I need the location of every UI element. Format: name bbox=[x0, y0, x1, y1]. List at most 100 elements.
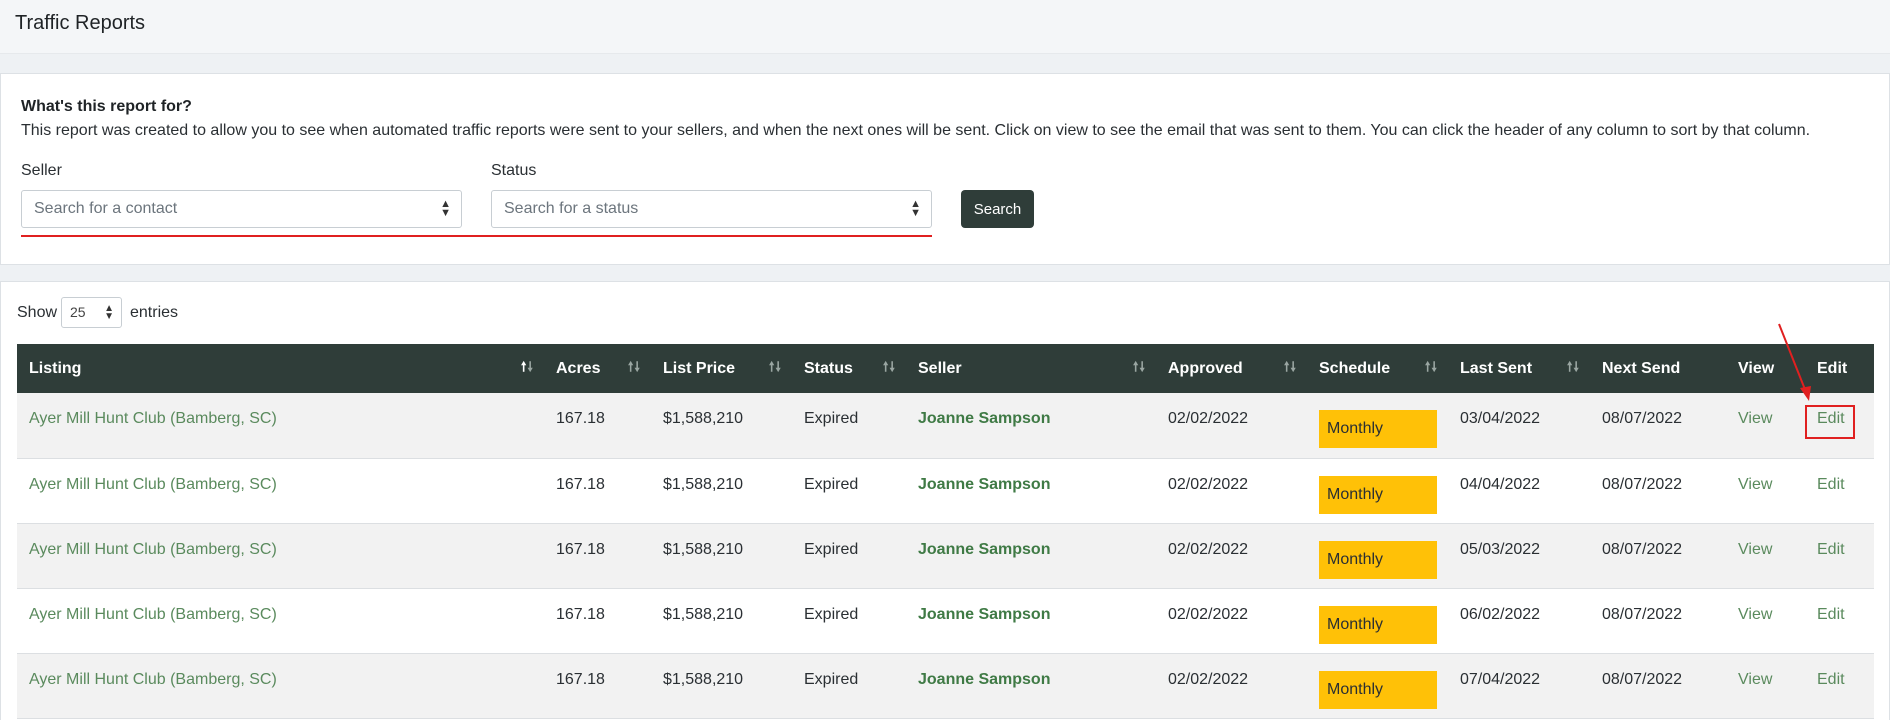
last-sent-cell: 05/03/2022 bbox=[1460, 540, 1541, 558]
status-cell: Expired bbox=[804, 605, 859, 623]
sort-icon: 🠕🠗 bbox=[768, 359, 782, 374]
seller-label: Seller bbox=[21, 162, 62, 179]
status-cell: Expired bbox=[804, 475, 859, 493]
listing-link[interactable]: Ayer Mill Hunt Club (Bamberg, SC) bbox=[29, 410, 277, 427]
next-send-cell: 08/07/2022 bbox=[1602, 540, 1683, 558]
edit-link[interactable]: Edit bbox=[1817, 671, 1845, 688]
column-header-status[interactable]: Status 🠕🠗 bbox=[792, 344, 906, 393]
seller-link[interactable]: Joanne Sampson bbox=[918, 410, 1050, 427]
select-arrows-icon: ▲ ▼ bbox=[440, 198, 451, 219]
listing-link[interactable]: Ayer Mill Hunt Club (Bamberg, SC) bbox=[29, 476, 277, 493]
table-header-row: Listing 🠕🠗 Acres 🠕🠗 List Price 🠕🠗 Status 🠕🠗 … bbox=[17, 344, 1874, 393]
annotation-highlight-box bbox=[1805, 405, 1855, 439]
last-sent-cell: 03/04/2022 bbox=[1460, 410, 1541, 427]
acres-cell: 167.18 bbox=[556, 670, 605, 688]
table-row: Ayer Mill Hunt Club (Bamberg, SC) 167.18… bbox=[17, 653, 1874, 718]
list-price-cell: $1,588,210 bbox=[663, 670, 744, 688]
info-heading: What's this report for? bbox=[21, 98, 192, 115]
schedule-badge: Monthly bbox=[1319, 605, 1437, 644]
sort-icon: 🠕🠗 bbox=[1132, 359, 1146, 374]
page-size-value: 25 bbox=[70, 304, 86, 320]
next-send-cell: 08/07/2022 bbox=[1602, 475, 1683, 493]
status-select-placeholder: Search for a status bbox=[504, 200, 639, 217]
approved-cell: 02/02/2022 bbox=[1168, 410, 1249, 427]
next-send-cell: 08/07/2022 bbox=[1602, 410, 1683, 427]
column-header-schedule[interactable]: Schedule 🠕🠗 bbox=[1307, 344, 1448, 393]
next-send-cell: 08/07/2022 bbox=[1602, 670, 1683, 688]
column-header-next-send[interactable]: Next Send bbox=[1590, 344, 1726, 393]
seller-link[interactable]: Joanne Sampson bbox=[918, 671, 1050, 688]
seller-select[interactable]: Search for a contact ▲ ▼ bbox=[21, 190, 462, 228]
schedule-badge: Monthly bbox=[1319, 670, 1437, 709]
status-cell: Expired bbox=[804, 410, 859, 427]
table-row: Ayer Mill Hunt Club (Bamberg, SC) 167.18… bbox=[17, 458, 1874, 523]
edit-link[interactable]: Edit bbox=[1817, 606, 1845, 623]
column-header-acres[interactable]: Acres 🠕🠗 bbox=[544, 344, 651, 393]
schedule-badge: Monthly bbox=[1319, 475, 1437, 514]
info-text: This report was created to allow you to … bbox=[21, 122, 1811, 139]
last-sent-cell: 04/04/2022 bbox=[1460, 475, 1541, 493]
page-header: Traffic Reports bbox=[0, 0, 1890, 54]
schedule-badge: Monthly bbox=[1319, 540, 1437, 579]
listing-link[interactable]: Ayer Mill Hunt Club (Bamberg, SC) bbox=[29, 671, 277, 688]
acres-cell: 167.18 bbox=[556, 475, 605, 493]
listing-link[interactable]: Ayer Mill Hunt Club (Bamberg, SC) bbox=[29, 606, 277, 623]
traffic-reports-table: Listing 🠕🠗 Acres 🠕🠗 List Price 🠕🠗 Status 🠕🠗 … bbox=[17, 344, 1874, 719]
select-arrows-icon: ▲ ▼ bbox=[910, 198, 921, 219]
acres-cell: 167.18 bbox=[556, 410, 605, 427]
entries-label: entries bbox=[130, 304, 179, 321]
select-arrows-icon: ▲ ▼ bbox=[104, 303, 114, 322]
table-row: Ayer Mill Hunt Club (Bamberg, SC) 167.18… bbox=[17, 588, 1874, 653]
seller-link[interactable]: Joanne Sampson bbox=[918, 476, 1050, 493]
edit-link[interactable]: Edit bbox=[1817, 541, 1845, 558]
column-header-approved[interactable]: Approved 🠕🠗 bbox=[1156, 344, 1307, 393]
annotation-arrow-icon bbox=[1778, 323, 1811, 401]
column-header-last-sent[interactable]: Last Sent 🠕🠗 bbox=[1448, 344, 1590, 393]
seller-link[interactable]: Joanne Sampson bbox=[918, 541, 1050, 558]
status-cell: Expired bbox=[804, 540, 859, 558]
show-label: Show bbox=[17, 304, 58, 321]
next-send-cell: 08/07/2022 bbox=[1602, 605, 1683, 623]
last-sent-cell: 06/02/2022 bbox=[1460, 605, 1541, 623]
list-price-cell: $1,588,210 bbox=[663, 410, 744, 427]
schedule-badge: Monthly bbox=[1319, 410, 1437, 448]
sort-icon: 🠕🠗 bbox=[1566, 359, 1580, 374]
view-link[interactable]: View bbox=[1738, 541, 1772, 558]
page-size-select[interactable]: 25 ▲ ▼ bbox=[61, 297, 122, 328]
status-label: Status bbox=[491, 162, 537, 179]
list-price-cell: $1,588,210 bbox=[663, 605, 744, 623]
column-header-listing[interactable]: Listing 🠕🠗 bbox=[17, 344, 544, 393]
sort-icon: 🠕🠗 bbox=[627, 359, 641, 374]
seller-select-placeholder: Search for a contact bbox=[34, 200, 178, 217]
seller-link[interactable]: Joanne Sampson bbox=[918, 606, 1050, 623]
list-price-cell: $1,588,210 bbox=[663, 475, 744, 493]
status-cell: Expired bbox=[804, 670, 859, 688]
view-link[interactable]: View bbox=[1738, 410, 1772, 427]
view-link[interactable]: View bbox=[1738, 476, 1772, 493]
page-title: Traffic Reports bbox=[15, 12, 146, 34]
column-header-list-price[interactable]: List Price 🠕🠗 bbox=[651, 344, 792, 393]
list-price-cell: $1,588,210 bbox=[663, 540, 744, 558]
edit-link[interactable]: Edit bbox=[1817, 476, 1845, 493]
approved-cell: 02/02/2022 bbox=[1168, 670, 1249, 688]
table-row: Ayer Mill Hunt Club (Bamberg, SC) 167.18… bbox=[17, 523, 1874, 588]
approved-cell: 02/02/2022 bbox=[1168, 540, 1249, 558]
search-button[interactable]: Search bbox=[961, 190, 1034, 228]
view-link[interactable]: View bbox=[1738, 606, 1772, 623]
approved-cell: 02/02/2022 bbox=[1168, 475, 1249, 493]
acres-cell: 167.18 bbox=[556, 540, 605, 558]
report-info-card: What's this report for? This report was … bbox=[0, 73, 1890, 265]
sort-icon: 🠕🠗 bbox=[1424, 359, 1438, 374]
last-sent-cell: 07/04/2022 bbox=[1460, 670, 1541, 688]
view-link[interactable]: View bbox=[1738, 671, 1772, 688]
approved-cell: 02/02/2022 bbox=[1168, 605, 1249, 623]
column-header-seller[interactable]: Seller 🠕🠗 bbox=[906, 344, 1156, 393]
report-table-card: Show 25 ▲ ▼ entries Listing 🠕🠗 Acres 🠕🠗 Lis… bbox=[0, 281, 1890, 720]
acres-cell: 167.18 bbox=[556, 605, 605, 623]
sort-icon: 🠕🠗 bbox=[520, 359, 534, 374]
status-select[interactable]: Search for a status ▲ ▼ bbox=[491, 190, 932, 228]
table-row: Ayer Mill Hunt Club (Bamberg, SC) 167.18… bbox=[17, 393, 1874, 458]
sort-icon: 🠕🠗 bbox=[1283, 359, 1297, 374]
sort-icon: 🠕🠗 bbox=[882, 359, 896, 374]
listing-link[interactable]: Ayer Mill Hunt Club (Bamberg, SC) bbox=[29, 541, 277, 558]
